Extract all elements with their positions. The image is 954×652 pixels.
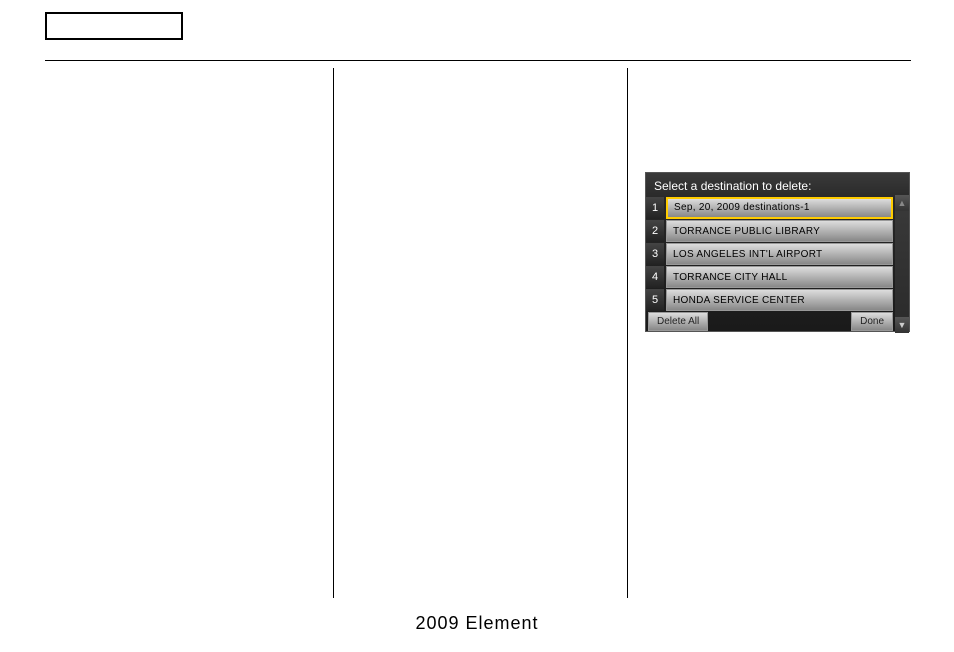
column-divider bbox=[333, 68, 334, 598]
scroll-up-arrow-icon[interactable]: ▲ bbox=[895, 195, 909, 211]
list-item-number: 4 bbox=[646, 266, 664, 288]
list-item-number: 5 bbox=[646, 289, 664, 311]
column-divider bbox=[627, 68, 628, 598]
list-item[interactable]: 1 Sep, 20, 2009 destinations-1 bbox=[646, 197, 909, 219]
list-item-label: TORRANCE CITY HALL bbox=[666, 266, 893, 288]
nav-footer: Delete All Done bbox=[646, 311, 895, 331]
delete-all-button[interactable]: Delete All bbox=[648, 312, 708, 331]
list-item-label: LOS ANGELES INT'L AIRPORT bbox=[666, 243, 893, 265]
footer-model-text: 2009 Element bbox=[0, 613, 954, 634]
list-item-label: TORRANCE PUBLIC LIBRARY bbox=[666, 220, 893, 242]
list-item[interactable]: 4 TORRANCE CITY HALL bbox=[646, 266, 909, 288]
nav-destination-list: 1 Sep, 20, 2009 destinations-1 2 TORRANC… bbox=[646, 197, 909, 312]
list-item-number: 3 bbox=[646, 243, 664, 265]
list-item[interactable]: 5 HONDA SERVICE CENTER bbox=[646, 289, 909, 311]
header-placeholder-box bbox=[45, 12, 183, 40]
list-item-label: HONDA SERVICE CENTER bbox=[666, 289, 893, 311]
list-item-number: 1 bbox=[646, 197, 664, 219]
scrollbar[interactable]: ▲ ▼ bbox=[895, 195, 909, 333]
horizontal-rule bbox=[45, 60, 911, 61]
nav-screen-title: Select a destination to delete: bbox=[646, 173, 909, 197]
navigation-delete-screen: Select a destination to delete: 1 Sep, 2… bbox=[645, 172, 910, 332]
list-item[interactable]: 2 TORRANCE PUBLIC LIBRARY bbox=[646, 220, 909, 242]
scroll-down-arrow-icon[interactable]: ▼ bbox=[895, 317, 909, 333]
list-item-label: Sep, 20, 2009 destinations-1 bbox=[666, 197, 893, 219]
list-item-number: 2 bbox=[646, 220, 664, 242]
list-item[interactable]: 3 LOS ANGELES INT'L AIRPORT bbox=[646, 243, 909, 265]
done-button[interactable]: Done bbox=[851, 312, 893, 331]
